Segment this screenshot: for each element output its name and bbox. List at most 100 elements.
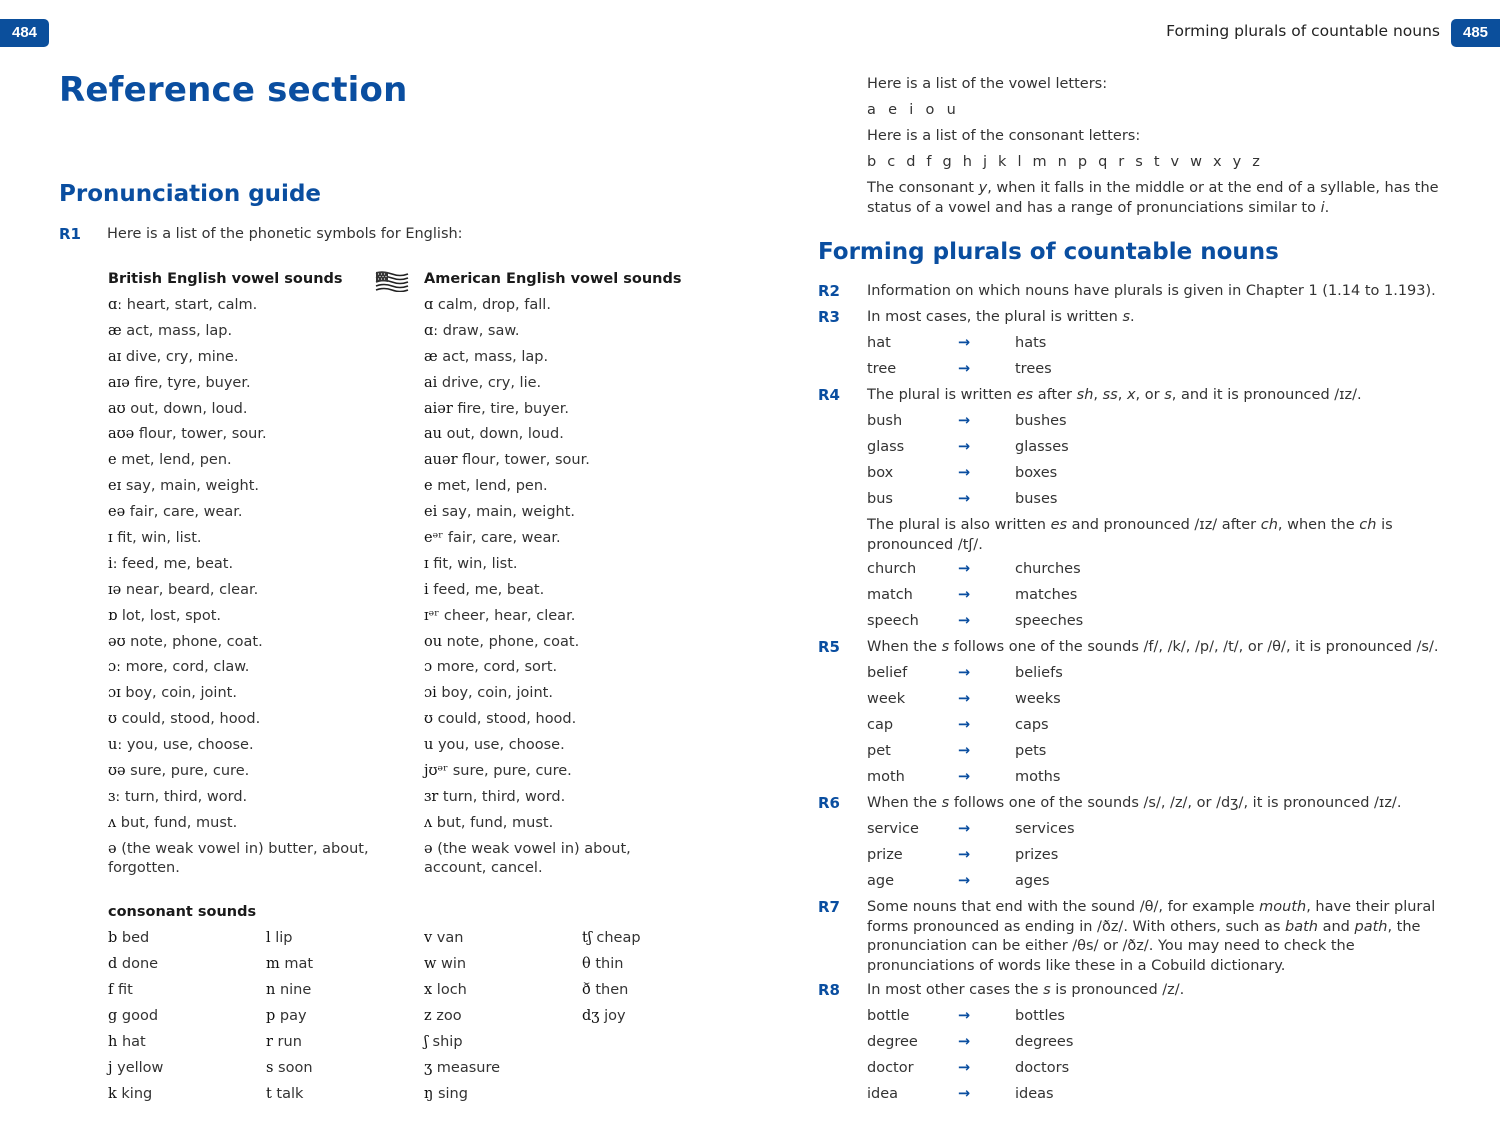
phonetic-symbol: ʒ bbox=[424, 1060, 433, 1076]
arrow-right-icon: → bbox=[958, 561, 971, 577]
arrow-right-icon: → bbox=[958, 1008, 971, 1024]
rule-text-r6: When the s follows one of the sounds /s/… bbox=[867, 795, 1402, 811]
example-words: calm, drop, fall. bbox=[433, 297, 551, 313]
example-words: say, main, weight. bbox=[121, 478, 260, 495]
phonetic-symbol: u bbox=[424, 737, 434, 754]
singular-form: age bbox=[867, 873, 895, 889]
example-words: you, use, choose. bbox=[433, 737, 565, 754]
phonetic-symbol: ʌ bbox=[424, 814, 433, 831]
arrow-right-icon: → bbox=[958, 613, 971, 629]
vowel-entry: ei say, main, weight. bbox=[424, 503, 689, 523]
plural-form: churches bbox=[1015, 561, 1081, 577]
example-word: cheap bbox=[591, 930, 641, 946]
phonetic-symbol: ʊə bbox=[108, 763, 126, 780]
phonetic-symbol: aʊə bbox=[108, 426, 135, 443]
plural-example-row: bottle → bottles bbox=[867, 1007, 1167, 1027]
example-words: but, fund, must. bbox=[432, 814, 554, 831]
example-words: out, down, loud. bbox=[125, 400, 248, 417]
phonetic-symbol: aʊ bbox=[108, 400, 126, 417]
phonetic-symbol: au bbox=[424, 426, 442, 443]
plural-form: degrees bbox=[1015, 1034, 1074, 1050]
singular-form: bottle bbox=[867, 1008, 910, 1024]
example-word: ship bbox=[427, 1034, 463, 1050]
phonetic-symbol: e bbox=[108, 452, 117, 469]
plural-form: moths bbox=[1015, 769, 1061, 785]
vowel-entry: ə (the weak vowel in) about, account, ca… bbox=[424, 840, 689, 879]
example-words: near, beard, clear. bbox=[121, 581, 259, 598]
plural-example-row: tree → trees bbox=[867, 360, 1167, 380]
example-word: king bbox=[116, 1086, 153, 1102]
plural-form: beliefs bbox=[1015, 665, 1063, 681]
phonetic-symbol: ɔ bbox=[424, 659, 433, 676]
plural-form: services bbox=[1015, 821, 1075, 837]
phonetic-symbol: ou bbox=[424, 633, 443, 650]
example-words: more, cord, sort. bbox=[432, 659, 558, 676]
phonetic-symbol: m bbox=[266, 956, 280, 972]
phonetic-symbol: ɑː bbox=[108, 297, 123, 313]
plural-example-row: degree → degrees bbox=[867, 1033, 1167, 1053]
plural-example-row: service → services bbox=[867, 820, 1167, 840]
vowel-entry: aɪə fire, tyre, buyer. bbox=[108, 374, 373, 394]
consonant-entry: w win bbox=[424, 955, 582, 975]
vowel-entry: uː you, use, choose. bbox=[108, 736, 373, 756]
vowel-entry: au out, down, loud. bbox=[424, 425, 689, 445]
vowel-entry: ɪᵊʳ cheer, hear, clear. bbox=[424, 607, 689, 627]
singular-form: glass bbox=[867, 439, 905, 455]
example-words: cheer, hear, clear. bbox=[439, 607, 576, 624]
arrow-right-icon: → bbox=[958, 413, 971, 429]
arrow-right-icon: → bbox=[958, 1060, 971, 1076]
example-words: could, stood, hood. bbox=[433, 711, 577, 728]
vowel-entry: jʊᵊʳ sure, pure, cure. bbox=[424, 762, 689, 782]
consonant-entry: l lip bbox=[266, 929, 424, 949]
plural-example-row: cap → caps bbox=[867, 716, 1167, 736]
singular-form: moth bbox=[867, 769, 905, 785]
example-word: talk bbox=[271, 1086, 304, 1102]
example-word: fit bbox=[113, 982, 133, 998]
example-words: could, stood, hood. bbox=[117, 711, 261, 728]
phonetic-symbol: ei bbox=[424, 504, 438, 521]
arrow-right-icon: → bbox=[958, 587, 971, 603]
arrow-right-icon: → bbox=[958, 743, 971, 759]
vowel-entry: ɜː turn, third, word. bbox=[108, 788, 373, 808]
arrow-right-icon: → bbox=[958, 769, 971, 785]
example-words: out, down, loud. bbox=[441, 426, 564, 443]
example-word: sing bbox=[433, 1086, 468, 1102]
plural-form: glasses bbox=[1015, 439, 1069, 455]
example-words: draw, saw. bbox=[438, 322, 520, 339]
vowel-entry: ɜr turn, third, word. bbox=[424, 788, 689, 808]
vowel-entry: e met, lend, pen. bbox=[424, 477, 689, 497]
vowel-entry: ɑ calm, drop, fall. bbox=[424, 296, 689, 316]
plural-form: doctors bbox=[1015, 1060, 1070, 1076]
example-words: note, phone, coat. bbox=[442, 633, 580, 650]
phonetic-symbol: z bbox=[424, 1008, 432, 1024]
page-number-left: 484 bbox=[0, 19, 49, 47]
consonant-entry: ʃ ship bbox=[424, 1033, 582, 1053]
plural-example-row: bush → bushes bbox=[867, 412, 1167, 432]
example-word: yellow bbox=[112, 1060, 164, 1076]
singular-form: degree bbox=[867, 1034, 918, 1050]
consonant-entry: n nine bbox=[266, 981, 424, 1001]
singular-form: idea bbox=[867, 1086, 899, 1102]
example-word: loch bbox=[432, 982, 467, 998]
plural-example-row: age → ages bbox=[867, 872, 1167, 892]
vowel-letters-intro: Here is a list of the vowel letters: bbox=[867, 76, 1108, 92]
vowel-entry: i feed, me, beat. bbox=[424, 581, 689, 601]
plural-form: pets bbox=[1015, 743, 1047, 759]
empty-cell bbox=[582, 1085, 740, 1105]
phonetic-symbol: e bbox=[424, 478, 433, 495]
consonant-entry: ŋ sing bbox=[424, 1085, 582, 1105]
singular-form: hat bbox=[867, 335, 891, 351]
phonetic-symbol: x bbox=[424, 982, 433, 998]
arrow-right-icon: → bbox=[958, 847, 971, 863]
example-words: fit, win, list. bbox=[428, 555, 518, 572]
plural-example-row: glass → glasses bbox=[867, 438, 1167, 458]
vowel-entry: ʌ but, fund, must. bbox=[108, 814, 373, 834]
example-word: measure bbox=[432, 1060, 501, 1076]
arrow-right-icon: → bbox=[958, 873, 971, 889]
example-word: good bbox=[117, 1008, 159, 1024]
example-words: fire, tire, buyer. bbox=[452, 400, 569, 417]
phonetic-symbol: eɪ bbox=[108, 478, 122, 495]
example-words: fair, care, wear. bbox=[443, 530, 561, 547]
arrow-right-icon: → bbox=[958, 361, 971, 377]
page-number-right: 485 bbox=[1451, 19, 1500, 47]
